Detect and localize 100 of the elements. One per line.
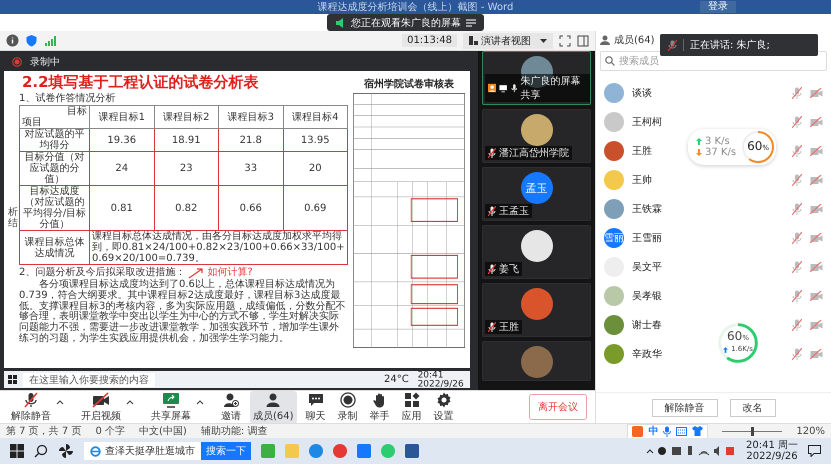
down-arrow-icon — [696, 149, 702, 156]
table-cell: 23 — [154, 152, 218, 186]
pinwheel-icon[interactable] — [58, 443, 74, 459]
member-name[interactable]: 王柯柯 — [632, 115, 662, 129]
video-tile[interactable]: 潘江高岱州学院 — [482, 109, 591, 163]
analysis-paragraph: 各分项课程目标达成度均达到了0.6以上，总体课程目标达成情况为0.739，符合大纲要求。其中课程目标2达成度最好，课程目标3达成度最低。支撑课程目标3的考核内容，多为实际应用题，成绩偏低，分数分配不够合理，表明课堂教学中突出以学生为中心的方式不够，学生对解决实际问题能力不强，需要进一步改进课堂教学，加强实践环节，增加学生课外练习的习题，为学生实践应用提供机会，加强学生学习能力。 — [19, 280, 346, 345]
clock-date: 2022/9/26 — [746, 451, 798, 462]
toolbar-button[interactable]: 聊天 — [302, 390, 329, 424]
avatar-photo-placeholder — [604, 199, 624, 219]
camera-icon[interactable] — [810, 117, 823, 127]
caret-icon[interactable] — [196, 399, 204, 405]
toolbar-button[interactable]: 共享屏幕 — [148, 390, 194, 424]
camera-icon[interactable] — [810, 320, 823, 330]
toolbar-button[interactable]: 举手 — [366, 390, 393, 424]
windows-logo-icon[interactable] — [10, 444, 24, 458]
leave-meeting-button[interactable]: 离开会议 — [529, 394, 587, 420]
usage-ring — [716, 321, 760, 365]
table-cell: 24 — [90, 152, 154, 186]
member-name[interactable]: 吴孝银 — [632, 289, 662, 303]
section-heading: 1、试卷作答情况分析 — [19, 93, 116, 104]
signal-icon[interactable] — [44, 34, 57, 47]
sidebar-icon[interactable] — [577, 34, 589, 46]
member-name[interactable]: 谢士春 — [632, 318, 662, 332]
menu-icon[interactable] — [466, 18, 476, 26]
document-title: 宿州学院试卷审核表 — [364, 77, 454, 91]
speaker-icon — [335, 18, 346, 28]
fullscreen-icon[interactable] — [559, 34, 571, 46]
microphone-icon[interactable] — [663, 426, 672, 436]
camera-icon[interactable] — [810, 146, 823, 156]
video-tile[interactable] — [482, 341, 591, 381]
member-name[interactable]: 吴文平 — [632, 260, 662, 274]
member-name[interactable]: 王帅 — [632, 173, 652, 187]
keyboard-icon[interactable] — [676, 426, 688, 436]
camera-icon[interactable] — [810, 204, 823, 214]
weather-text: 24°C — [384, 374, 409, 385]
zoom-percent: 120% — [796, 426, 825, 436]
search-icon[interactable] — [34, 444, 48, 458]
row-label-cell: 对应试题的平均得分 — [20, 128, 90, 152]
camera-icon[interactable] — [810, 349, 823, 359]
microphone-icon[interactable] — [792, 174, 802, 186]
row-label-cell: 目标达成度（对应试题的平均得分/目标分值） — [20, 186, 90, 230]
notification-icon[interactable] — [808, 445, 821, 457]
table-cell: 33 — [218, 152, 283, 186]
avatar-initials: 雪丽 — [604, 228, 624, 248]
panel-button[interactable]: 改名 — [730, 399, 776, 417]
caret-icon[interactable] — [56, 399, 64, 405]
toolbar-button[interactable]: 录制 — [334, 390, 361, 424]
taskbar-search-field[interactable]: 查泽天挺孕肚逛城市 — [84, 442, 201, 460]
member-name[interactable]: 辛政华 — [632, 347, 662, 361]
accessibility-text[interactable]: 辅助功能: 调查 — [200, 424, 268, 438]
toolbar-button[interactable]: 邀请 — [218, 390, 244, 424]
microphone-icon[interactable] — [792, 87, 802, 99]
microphone-icon — [668, 40, 677, 50]
camera-icon[interactable] — [810, 233, 823, 243]
caret-icon — [540, 38, 547, 42]
table-cell: 19.36 — [90, 128, 154, 152]
search-button[interactable]: 搜索一下 — [201, 442, 251, 460]
camera-icon[interactable] — [810, 88, 823, 98]
video-tile[interactable]: 王胜 — [482, 283, 591, 337]
microphone-icon[interactable] — [792, 232, 802, 244]
video-tile[interactable]: 朱广良的屏幕共享 — [482, 51, 591, 105]
people-icon — [265, 392, 282, 408]
camera-icon[interactable] — [810, 291, 823, 301]
panel-button[interactable]: 解除静音 — [652, 399, 718, 417]
microphone-icon[interactable] — [792, 261, 802, 273]
microphone-icon[interactable] — [792, 203, 802, 215]
toolbar-button[interactable]: 成员(64) — [250, 390, 297, 424]
microphone-icon[interactable] — [792, 145, 802, 157]
camera-icon[interactable] — [810, 175, 823, 185]
info-icon[interactable] — [6, 34, 19, 47]
annotation-text: 如何计算? — [207, 267, 253, 278]
shirt-icon[interactable] — [692, 426, 704, 436]
microphone-icon[interactable] — [792, 116, 802, 128]
view-dropdown[interactable]: 演讲者视图 — [463, 32, 553, 48]
microphone-icon[interactable] — [792, 319, 802, 331]
member-name[interactable]: 王雪丽 — [632, 231, 662, 245]
caret-icon[interactable] — [126, 399, 134, 405]
participant-name: 潘江高岱州学院 — [499, 146, 569, 160]
participant-name: 姜飞 — [499, 262, 519, 276]
login-button[interactable]: 登录 — [700, 1, 736, 13]
member-name[interactable]: 王铁霖 — [632, 202, 662, 216]
table-header-cell: 课程目标2 — [154, 106, 218, 128]
shield-icon[interactable] — [25, 34, 38, 47]
toolbar-button[interactable]: 设置 — [430, 390, 457, 424]
microphone-icon[interactable] — [792, 290, 802, 302]
video-tile[interactable]: 姜飞 — [482, 225, 591, 279]
participant-name: 王孟玉 — [499, 205, 529, 218]
toolbar-button[interactable]: 应用 — [398, 390, 425, 424]
microphone-icon[interactable] — [792, 348, 802, 360]
section-heading: 2、问题分析及今后拟采取改进措施： — [19, 267, 186, 278]
up-arrow-icon — [723, 346, 728, 352]
participant-name: 朱广良的屏幕共享 — [520, 74, 582, 102]
layout-icon — [469, 36, 478, 45]
member-name[interactable]: 谈谈 — [632, 86, 652, 100]
video-tile[interactable]: 孟玉 王孟玉 — [482, 167, 591, 221]
member-name[interactable]: 王胜 — [632, 144, 652, 158]
search-icon — [605, 56, 615, 66]
table-cell: 18.91 — [154, 128, 218, 152]
meeting-timer: 01:13:48 — [402, 34, 457, 47]
camera-icon[interactable] — [810, 262, 823, 272]
